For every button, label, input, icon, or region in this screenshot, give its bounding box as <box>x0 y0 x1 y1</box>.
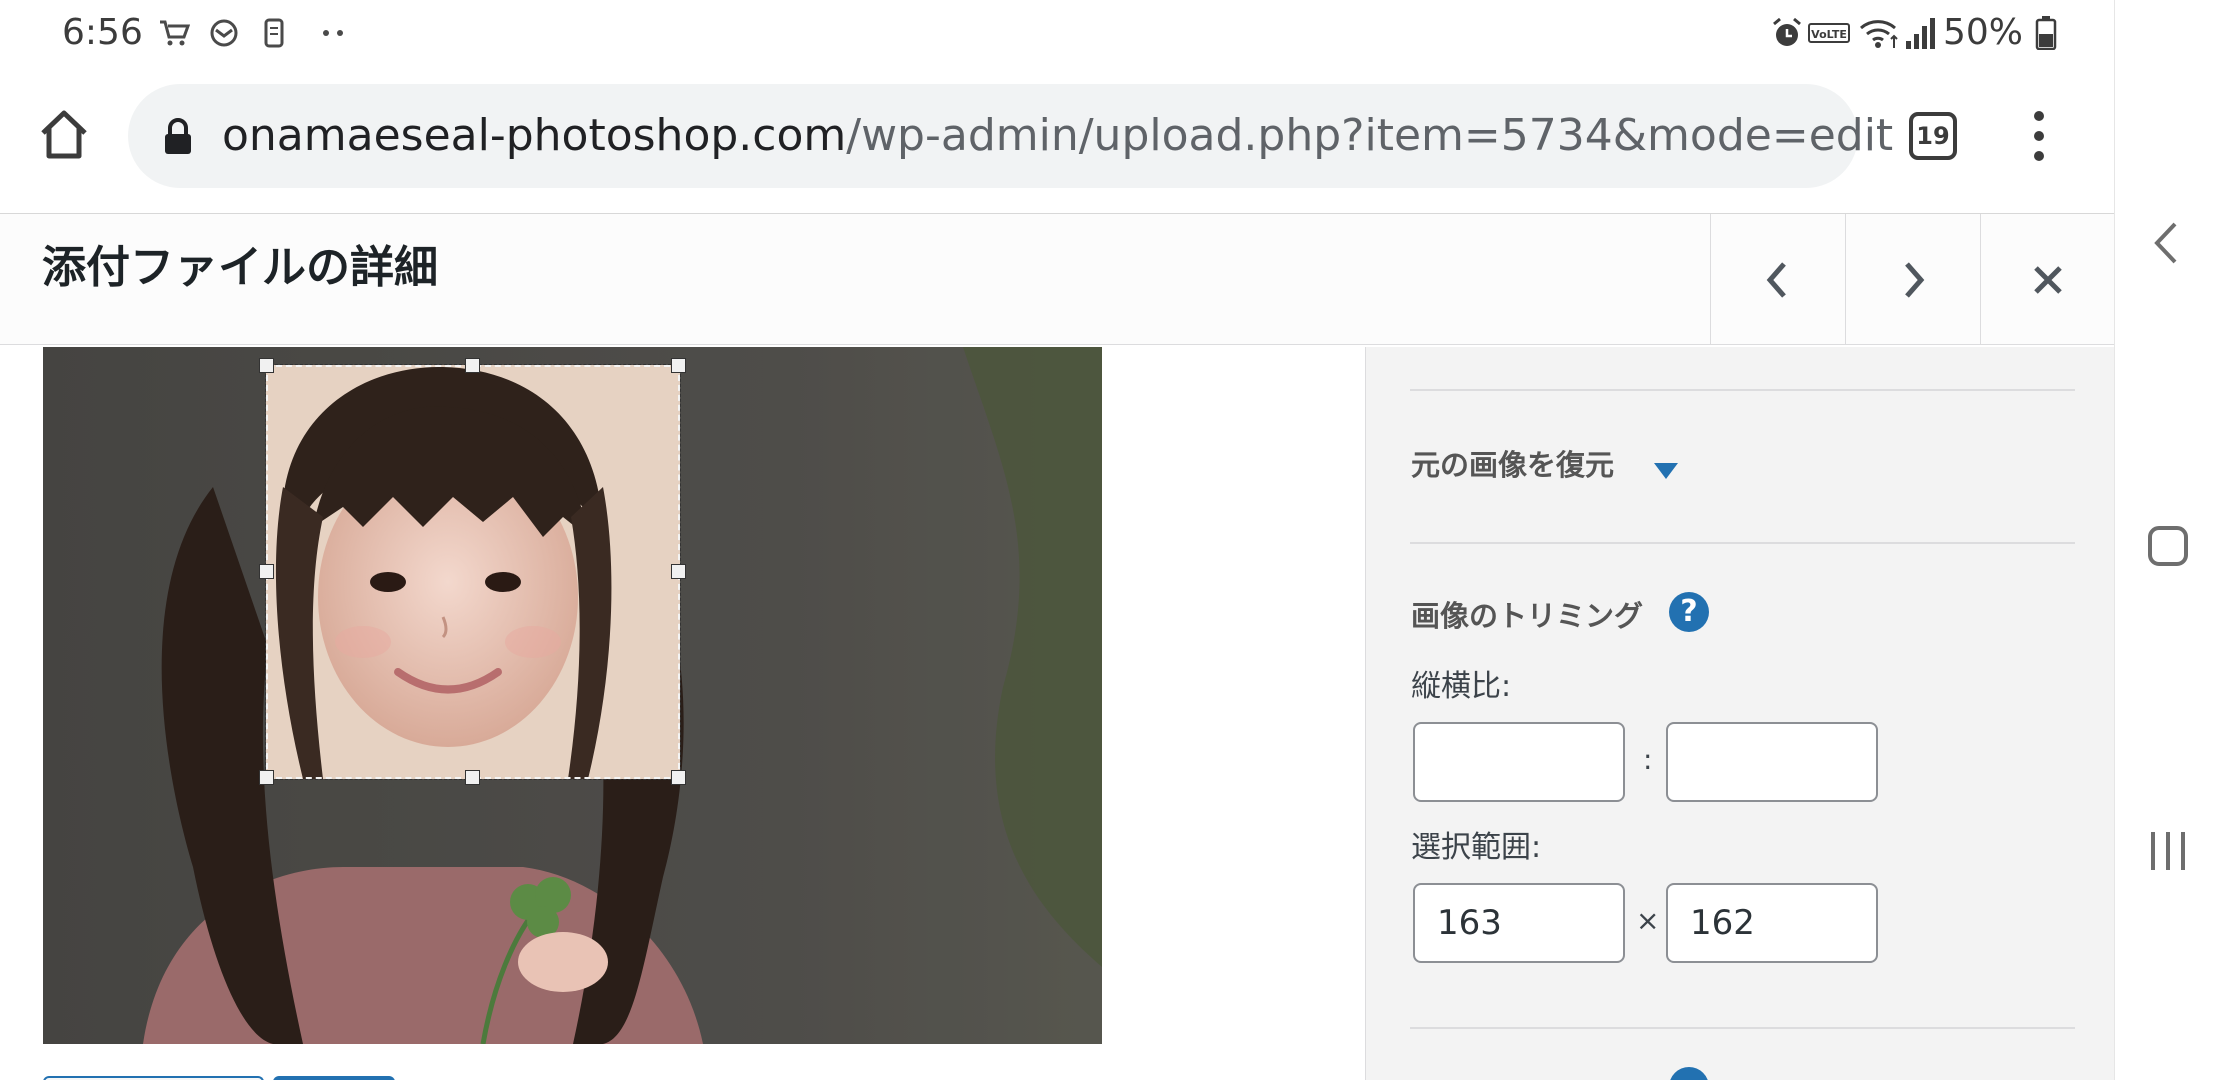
back-nav-icon[interactable] <box>2151 220 2181 266</box>
selection-separator: × <box>1636 904 1660 937</box>
aspect-ratio-label: 縦横比: <box>1411 669 1512 704</box>
volte-icon: VoLTE <box>1808 16 1850 50</box>
page-content: 添付ファイルの詳細 元の画像を復元 画像のトリミング ? 縦横比:: 選択範囲… <box>0 214 2114 1080</box>
crop-handle-top-left[interactable] <box>259 358 274 373</box>
status-bar: 6:56 VoLTE 50% <box>0 0 2114 66</box>
aspect-ratio-width-input[interactable] <box>1413 722 1625 802</box>
chevron-left-icon <box>1766 261 1786 298</box>
modal-title: 添付ファイルの詳細 <box>42 242 438 293</box>
home-nav-icon[interactable] <box>2147 525 2189 567</box>
next-button[interactable] <box>1845 214 1980 345</box>
overflow-menu-button[interactable] <box>2018 106 2060 166</box>
url-domain: onamaeseal-photoshop.com <box>222 110 847 161</box>
divider <box>1410 389 2075 391</box>
url-text: onamaeseal-photoshop.com/wp-admin/upload… <box>222 110 1893 162</box>
crop-handle-right[interactable] <box>671 564 686 579</box>
selection-height-input[interactable] <box>1666 883 1878 963</box>
recents-nav-icon[interactable] <box>2149 830 2187 872</box>
crop-handle-top[interactable] <box>465 358 480 373</box>
home-button[interactable] <box>38 109 90 161</box>
home-icon <box>41 110 87 159</box>
help-icon-partial[interactable] <box>1669 1067 1709 1080</box>
divider <box>1410 542 2075 544</box>
screen: 6:56 VoLTE 50% onamaeseal-photoshop.com/… <box>0 0 2220 1080</box>
battery-percent: 50% <box>1943 12 2024 53</box>
crop-handle-top-right[interactable] <box>671 358 686 373</box>
aspect-ratio-height-input[interactable] <box>1666 722 1878 802</box>
triangle-down-icon[interactable] <box>1654 463 1678 479</box>
crop-heading: 画像のトリミング <box>1411 599 1644 633</box>
chevron-right-icon <box>1905 261 1925 298</box>
crop-handle-bottom-left[interactable] <box>259 770 274 785</box>
phone-icon <box>262 16 286 50</box>
crop-handle-bottom-right[interactable] <box>671 770 686 785</box>
address-bar[interactable]: onamaeseal-photoshop.com/wp-admin/upload… <box>128 84 1893 188</box>
more-dots-icon <box>322 16 346 50</box>
selection-label: 選択範囲: <box>1411 830 1542 865</box>
tab-switcher-button[interactable]: 19 <box>1909 112 1957 160</box>
crop-confirm-button[interactable] <box>273 1076 395 1080</box>
image-edit-panel: 元の画像を復元 画像のトリミング ? 縦横比: : 選択範囲: × <box>1365 347 2114 1080</box>
crop-cancel-button[interactable] <box>43 1076 264 1080</box>
more-vert-icon <box>2034 111 2044 161</box>
wifi-icon <box>1858 16 1902 50</box>
close-icon <box>2034 265 2062 294</box>
mail-icon <box>208 16 240 50</box>
selection-width-input[interactable] <box>1413 883 1625 963</box>
crop-selection[interactable] <box>259 358 686 785</box>
restore-original-toggle[interactable]: 元の画像を復元 <box>1411 445 1614 485</box>
status-time: 6:56 <box>62 12 143 53</box>
volte-text: VoLTE <box>1811 28 1847 41</box>
aspect-separator: : <box>1643 743 1653 776</box>
modal-header: 添付ファイルの詳細 <box>0 214 2114 345</box>
previous-button[interactable] <box>1710 214 1845 345</box>
close-button[interactable] <box>1980 214 2115 345</box>
help-icon[interactable]: ? <box>1669 592 1709 632</box>
alarm-icon <box>1770 16 1804 50</box>
battery-icon <box>2035 16 2057 50</box>
cart-icon <box>158 16 190 50</box>
crop-handle-bottom[interactable] <box>465 770 480 785</box>
signal-icon <box>1904 16 1938 50</box>
url-path: /wp-admin/upload.php?item=5734&mode=edit <box>846 110 1894 161</box>
crop-handle-left[interactable] <box>259 564 274 579</box>
browser-toolbar: onamaeseal-photoshop.com/wp-admin/upload… <box>0 66 2114 214</box>
crop-image-area[interactable] <box>43 347 1102 1044</box>
lock-icon <box>165 118 191 154</box>
system-navigation-bar <box>2114 0 2220 1080</box>
divider <box>1410 1027 2075 1029</box>
